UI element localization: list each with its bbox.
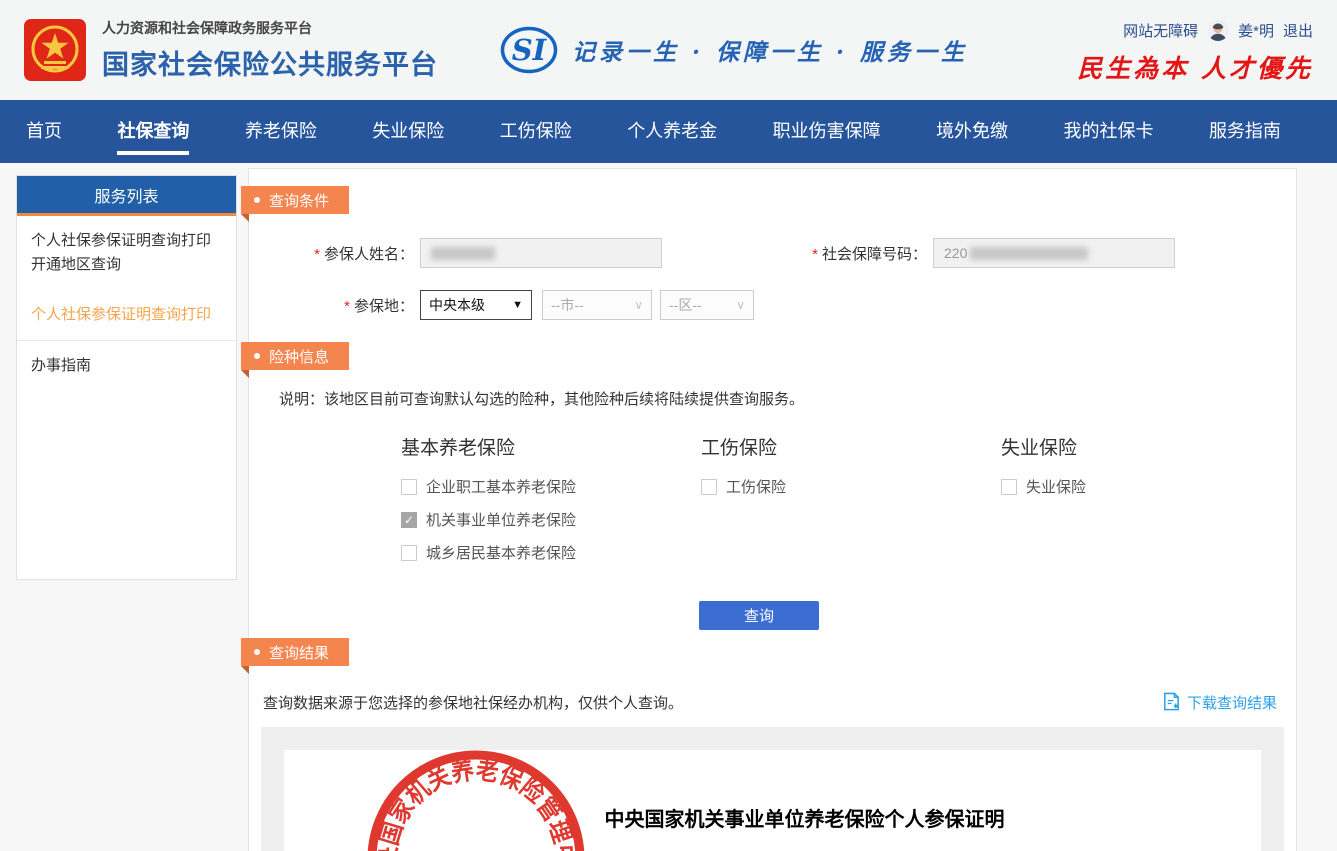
sidebar-item-cert-print[interactable]: 个人社保参保证明查询打印: [17, 290, 236, 340]
national-emblem-logo: [24, 19, 86, 81]
ssn-value-prefix: 220: [944, 245, 967, 261]
certificate-paper: 中央国家机关养老保险管理中心 中央国家机关事业单位养老保险个人参保证明 证明单位…: [284, 750, 1261, 851]
group-work-injury: 工伤保险 工伤保险: [701, 433, 1001, 575]
svg-text:中央国家机关养老保险管理中心: 中央国家机关养老保险管理中心: [374, 755, 578, 851]
section-title: 查询结果: [269, 642, 329, 663]
site-title-block: 人力资源和社会保障政务服务平台 国家社会保险公共服务平台: [102, 18, 438, 82]
tag-fold-decoration: [241, 666, 249, 674]
section-tag-query-conditions: 查询条件: [241, 186, 349, 214]
download-document-icon: [1161, 692, 1182, 713]
group-title: 基本养老保险: [401, 433, 701, 460]
group-title: 工伤保险: [701, 433, 1001, 460]
checkbox-unchecked[interactable]: [701, 479, 717, 495]
option-unemployment: 失业保险: [1001, 476, 1086, 497]
main-content: 查询条件 *参保人姓名： *社会保障号码： 220 *参保地： 中央本级▼ --…: [248, 168, 1297, 851]
required-star: *: [344, 298, 350, 315]
chevron-down-icon: ∨: [736, 298, 745, 312]
redacted-ssn-value: [970, 247, 1088, 260]
logout-link[interactable]: 退出: [1283, 20, 1313, 41]
accessibility-link[interactable]: 网站无障碍: [1123, 20, 1198, 41]
group-unemployment: 失业保险 失业保险: [1001, 433, 1086, 575]
si-brand-block: SI 记录一生 · 保障一生 · 服务一生: [500, 26, 968, 74]
result-source-note: 查询数据来源于您选择的参保地社保经办机构，仅供个人查询。: [263, 692, 683, 713]
si-logo-icon: SI: [500, 26, 558, 74]
main-nav: 首页 社保查询 养老保险 失业保险 工伤保险 个人养老金 职业伤害保障 境外免缴…: [0, 100, 1337, 163]
download-results-link[interactable]: 下载查询结果: [1161, 692, 1277, 713]
username-text[interactable]: 姜*明: [1238, 20, 1274, 41]
ssn-field-label: *社会保障号码：: [662, 243, 927, 264]
tag-bullet-icon: [254, 197, 260, 203]
platform-title: 国家社会保险公共服务平台: [102, 43, 438, 82]
certificate-preview-area: 中央国家机关养老保险管理中心 中央国家机关事业单位养老保险个人参保证明 证明单位…: [261, 727, 1284, 851]
page-header: 人力资源和社会保障政务服务平台 国家社会保险公共服务平台 SI 记录一生 · 保…: [0, 0, 1337, 100]
chevron-down-icon: ▼: [512, 299, 523, 311]
platform-subtitle: 人力资源和社会保障政务服务平台: [102, 18, 438, 38]
name-input[interactable]: [420, 238, 662, 268]
nav-item-home[interactable]: 首页: [26, 100, 62, 163]
district-select[interactable]: --区--∨: [660, 290, 754, 320]
required-star: *: [314, 246, 320, 263]
checkbox-unchecked[interactable]: [401, 479, 417, 495]
redacted-name-value: [431, 247, 495, 260]
checkbox-checked[interactable]: ✓: [401, 512, 417, 528]
chevron-down-icon: ∨: [634, 298, 643, 312]
group-basic-pension: 基本养老保险 企业职工基本养老保险 ✓ 机关事业单位养老保险 城乡居民基本养老保…: [401, 433, 701, 575]
nav-item-my-card[interactable]: 我的社保卡: [1064, 100, 1154, 163]
nav-item-pension[interactable]: 养老保险: [245, 100, 317, 163]
option-enterprise-pension: 企业职工基本养老保险: [401, 476, 701, 497]
user-avatar[interactable]: [1207, 19, 1229, 41]
section-title: 险种信息: [269, 346, 329, 367]
required-star: *: [812, 246, 818, 263]
insurance-note: 说明：该地区目前可查询默认勾选的险种，其他险种后续将陆续提供查询服务。: [279, 388, 1296, 409]
brand-slogan: 记录一生 · 保障一生 · 服务一生: [572, 33, 968, 67]
name-field-label: *参保人姓名：: [249, 243, 414, 264]
user-row: 网站无障碍 姜*明 退出: [1123, 19, 1313, 41]
red-official-stamp: 中央国家机关养老保险管理中心: [361, 744, 591, 851]
tag-bullet-icon: [254, 649, 260, 655]
nav-item-service-guide[interactable]: 服务指南: [1209, 100, 1281, 163]
nav-item-overseas-exemption[interactable]: 境外免缴: [936, 100, 1008, 163]
checkbox-unchecked[interactable]: [401, 545, 417, 561]
section-tag-query-results: 查询结果: [241, 638, 349, 666]
red-calligraphy-slogan: 民生為本 人才優先: [1077, 49, 1313, 85]
tag-bullet-icon: [254, 353, 260, 359]
option-urban-rural-pension: 城乡居民基本养老保险: [401, 542, 701, 563]
group-title: 失业保险: [1001, 433, 1086, 460]
nav-item-shebao-query[interactable]: 社保查询: [117, 100, 189, 163]
nav-item-occupational-injury[interactable]: 职业伤害保障: [773, 100, 881, 163]
nav-item-injury[interactable]: 工伤保险: [500, 100, 572, 163]
area-field-label: *参保地：: [249, 295, 414, 316]
section-title: 查询条件: [269, 190, 329, 211]
query-form: *参保人姓名： *社会保障号码： 220 *参保地： 中央本级▼ --市--∨ …: [249, 214, 1296, 320]
sidebar-item-guide[interactable]: 办事指南: [17, 340, 236, 391]
svg-text:SI: SI: [512, 33, 548, 67]
option-work-injury: 工伤保险: [701, 476, 1001, 497]
tag-fold-decoration: [241, 370, 249, 378]
nav-item-unemployment[interactable]: 失业保险: [372, 100, 444, 163]
ssn-input[interactable]: 220: [933, 238, 1175, 268]
sidebar-title: 服务列表: [17, 176, 236, 216]
insurance-groups: 基本养老保险 企业职工基本养老保险 ✓ 机关事业单位养老保险 城乡居民基本养老保…: [249, 433, 1296, 575]
service-sidebar: 服务列表 个人社保参保证明查询打印开通地区查询 个人社保参保证明查询打印 办事指…: [16, 175, 237, 580]
header-right: 网站无障碍 姜*明 退出 民生為本 人才優先: [1077, 15, 1313, 85]
checkbox-unchecked[interactable]: [1001, 479, 1017, 495]
nav-item-personal-pension[interactable]: 个人养老金: [627, 100, 717, 163]
province-select[interactable]: 中央本级▼: [420, 290, 532, 320]
option-gov-institution-pension: ✓ 机关事业单位养老保险: [401, 509, 701, 530]
city-select[interactable]: --市--∨: [542, 290, 652, 320]
section-tag-insurance-info: 险种信息: [241, 342, 349, 370]
tag-fold-decoration: [241, 214, 249, 222]
query-button[interactable]: 查询: [699, 601, 819, 630]
sidebar-item-open-regions[interactable]: 个人社保参保证明查询打印开通地区查询: [17, 216, 236, 290]
